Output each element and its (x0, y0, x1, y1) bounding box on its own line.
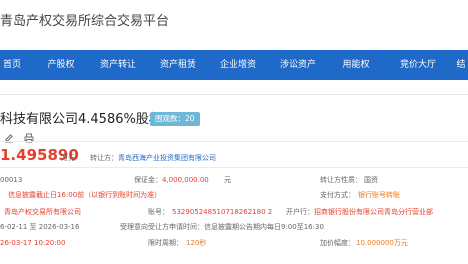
nav-item-asset-transfer[interactable]: 资产转让 (92, 50, 144, 80)
nav-item-litigation-assets[interactable]: 涉讼资产 (272, 50, 324, 80)
bid-start-time: 26-03-17 10:20:00 (0, 239, 66, 247)
disclosure-deadline: 信息披露截止日16:00前（以银行到账时间为准） (8, 191, 162, 199)
header: 青岛产权交易所综合交易平台 (0, 0, 468, 50)
main-nav: 首页 产股权 资产转让 资产租赁 企业增资 涉讼资产 用能权 竞价大厅 结 (0, 50, 468, 80)
payment-value: 银行账号转账 (358, 191, 400, 199)
site-title: 青岛产权交易所综合交易平台 (0, 14, 170, 29)
deposit-value: 4,000,000.00 (162, 176, 209, 184)
increment-value: 10.000000万元 (356, 239, 408, 247)
project-title: 科技有限公司4.4586%股权 (0, 112, 162, 127)
nav-item-energy-rights[interactable]: 用能权 (334, 50, 378, 80)
nav-item-equity[interactable]: 产股权 (38, 50, 84, 80)
nature-label: 转让方性质： (320, 176, 362, 184)
view-count-badge: 围观数：20 (150, 112, 200, 126)
registration-note: 受理意向受让方申请时间：信息披露期公告期内每日9:00至16:30 (120, 223, 324, 231)
period-value: 120秒 (186, 239, 207, 247)
deposit-unit: 元 (224, 176, 231, 184)
nature-value: 国资 (364, 176, 378, 184)
account-value: 532905248510718262180 2 (172, 208, 273, 216)
transferor-value[interactable]: 青岛西海产业投资集团有限公司 (118, 153, 216, 163)
bank-value: 招商银行股份有限公司青岛分行营业部 (314, 208, 433, 216)
increment-label: 加价幅度： (320, 239, 355, 247)
price-unit: 万元 (61, 154, 75, 162)
divider (0, 141, 468, 142)
edit-icon[interactable] (4, 128, 14, 143)
nav-item-asset-lease[interactable]: 资产租赁 (152, 50, 204, 80)
nav-item-more[interactable]: 结 (454, 50, 468, 80)
account-label: 账号： (148, 208, 169, 216)
deposit-label: 保证金： (134, 176, 162, 184)
divider (0, 167, 468, 168)
project-code: 00013 (0, 176, 23, 184)
payment-label: 支付方式： (320, 191, 355, 199)
print-icon[interactable] (24, 128, 34, 143)
bank-label: 开户行： (286, 208, 314, 216)
nav-item-home[interactable]: 首页 (0, 50, 24, 80)
disclosure-period: 6-02-11 至 2026-03-16 (0, 223, 80, 231)
nav-item-capital-increase[interactable]: 企业增资 (212, 50, 264, 80)
transferor-label: 转让方： (90, 154, 118, 162)
period-label: 限时周期： (148, 239, 183, 247)
bank-account-name: 青岛产权交易所有限公司 (4, 208, 81, 216)
nav-item-bidding-hall[interactable]: 竞价大厅 (392, 50, 444, 80)
